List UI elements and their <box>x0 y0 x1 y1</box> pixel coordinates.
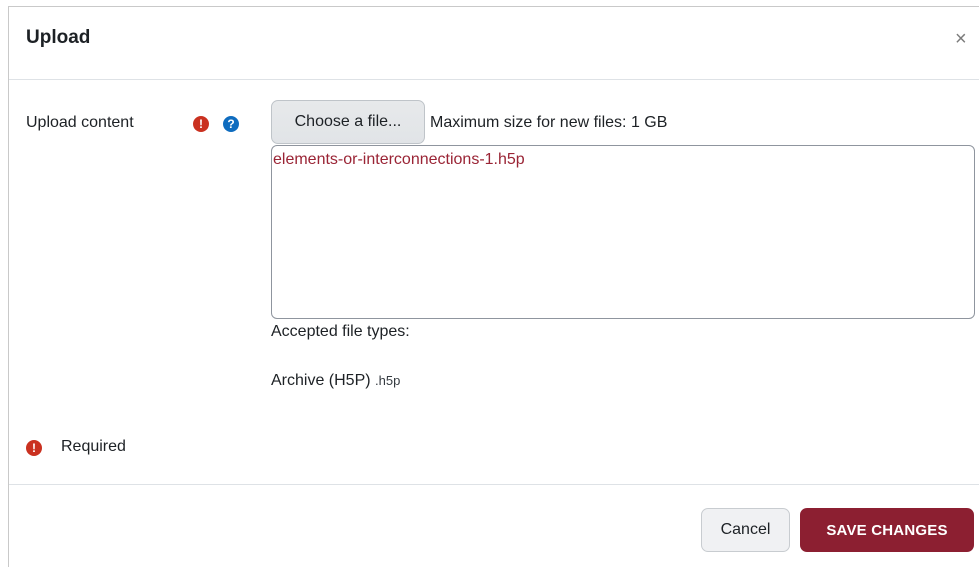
max-size-text: Maximum size for new files: 1 GB <box>430 114 668 131</box>
upload-content-label: Upload content <box>26 114 134 131</box>
selected-file-link[interactable]: elements-or-interconnections-1.h5p <box>273 151 525 169</box>
dialog-title: Upload <box>26 27 91 48</box>
dialog-header: Upload × <box>9 7 979 80</box>
accepted-type-item: Archive (H5P) .h5p <box>271 372 400 390</box>
help-icon[interactable]: ? <box>223 116 239 132</box>
required-legend-icon: ! <box>26 440 42 456</box>
accepted-type-name: Archive (H5P) <box>271 372 371 389</box>
accepted-types-label: Accepted file types: <box>271 323 410 340</box>
upload-dialog: Upload × Upload content ! ? Choose a fil… <box>8 6 979 567</box>
save-changes-button[interactable]: SAVE CHANGES <box>800 508 974 552</box>
accepted-type-extension: .h5p <box>375 373 401 388</box>
file-drop-area[interactable]: elements-or-interconnections-1.h5p <box>271 145 975 319</box>
close-icon[interactable]: × <box>955 29 967 49</box>
required-icon: ! <box>193 116 209 132</box>
dialog-footer: Cancel SAVE CHANGES <box>9 484 979 568</box>
choose-file-button[interactable]: Choose a file... <box>271 100 425 144</box>
required-legend-text: Required <box>61 438 126 455</box>
cancel-button[interactable]: Cancel <box>701 508 790 552</box>
